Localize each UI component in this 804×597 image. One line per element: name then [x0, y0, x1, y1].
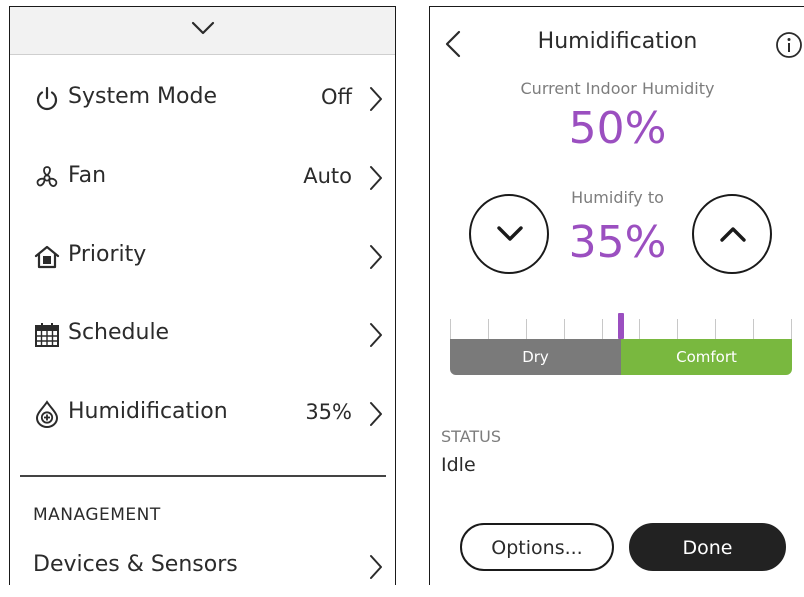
status-value: Idle [441, 454, 476, 476]
menu-item-label: System Mode [68, 84, 217, 109]
priority-home-icon [34, 245, 60, 269]
page-title: Humidification [537, 29, 698, 54]
chevron-down-icon[interactable] [191, 21, 215, 35]
current-humidity-label: Current Indoor Humidity [520, 79, 715, 98]
section-label-management: MANAGEMENT [33, 505, 161, 525]
chevron-right-icon [370, 87, 382, 111]
menu-item-label: Priority [68, 242, 147, 267]
thermostat-menu-screen: System Mode Off Fan Auto Priority Schedu… [9, 6, 396, 585]
increase-humidity-button[interactable] [692, 194, 772, 274]
menu-item-value: Off [321, 85, 352, 109]
current-humidity-value: 50% [568, 103, 667, 154]
chevron-right-icon [370, 245, 382, 269]
collapse-bar[interactable] [10, 7, 395, 55]
humidity-drop-icon [35, 400, 59, 428]
chevron-down-icon [497, 226, 523, 241]
comfort-zone: Comfort [621, 339, 792, 375]
setpoint-marker[interactable] [618, 313, 624, 339]
status-label: STATUS [441, 427, 502, 446]
menu-item-humidification[interactable]: Humidification 35% [10, 384, 395, 444]
scale-tick [450, 319, 451, 339]
menu-item-label: Schedule [68, 320, 170, 345]
menu-item-schedule[interactable]: Schedule [10, 305, 395, 365]
scale-tick [526, 319, 527, 339]
chevron-right-icon [370, 402, 382, 426]
menu-item-value: 35% [305, 400, 352, 424]
scale-tick [602, 319, 603, 339]
scale-tick [715, 319, 716, 339]
chevron-right-icon [370, 166, 382, 190]
menu-item-label: Fan [68, 163, 107, 188]
scale-tick [791, 319, 792, 339]
options-button[interactable]: Options... [460, 523, 614, 571]
calendar-icon [35, 323, 59, 347]
menu-item-priority[interactable]: Priority [10, 227, 395, 287]
scale-tick [677, 319, 678, 339]
menu-item-value: Auto [303, 164, 352, 188]
decrease-humidity-button[interactable] [469, 194, 549, 274]
info-icon[interactable] [775, 31, 803, 59]
scale-tick [753, 319, 754, 339]
fan-icon [36, 166, 58, 187]
scale-tick [488, 319, 489, 339]
menu-item-label: Devices & Sensors [33, 552, 238, 577]
section-divider [20, 475, 386, 477]
chevron-up-icon [720, 227, 746, 242]
humidification-screen: Humidification Current Indoor Humidity 5… [429, 6, 804, 585]
menu-item-fan[interactable]: Fan Auto [10, 148, 395, 208]
menu-item-system-mode[interactable]: System Mode Off [10, 69, 395, 129]
humidity-scale[interactable]: Dry Comfort [450, 313, 792, 375]
power-icon [36, 86, 58, 111]
done-button[interactable]: Done [629, 523, 786, 571]
chevron-right-icon [370, 323, 382, 347]
dry-zone: Dry [450, 339, 621, 375]
scale-tick [639, 319, 640, 339]
menu-item-label: Humidification [68, 399, 228, 424]
menu-item-devices-sensors[interactable]: Devices & Sensors [10, 537, 395, 597]
chevron-right-icon [370, 555, 382, 579]
scale-tick [564, 319, 565, 339]
